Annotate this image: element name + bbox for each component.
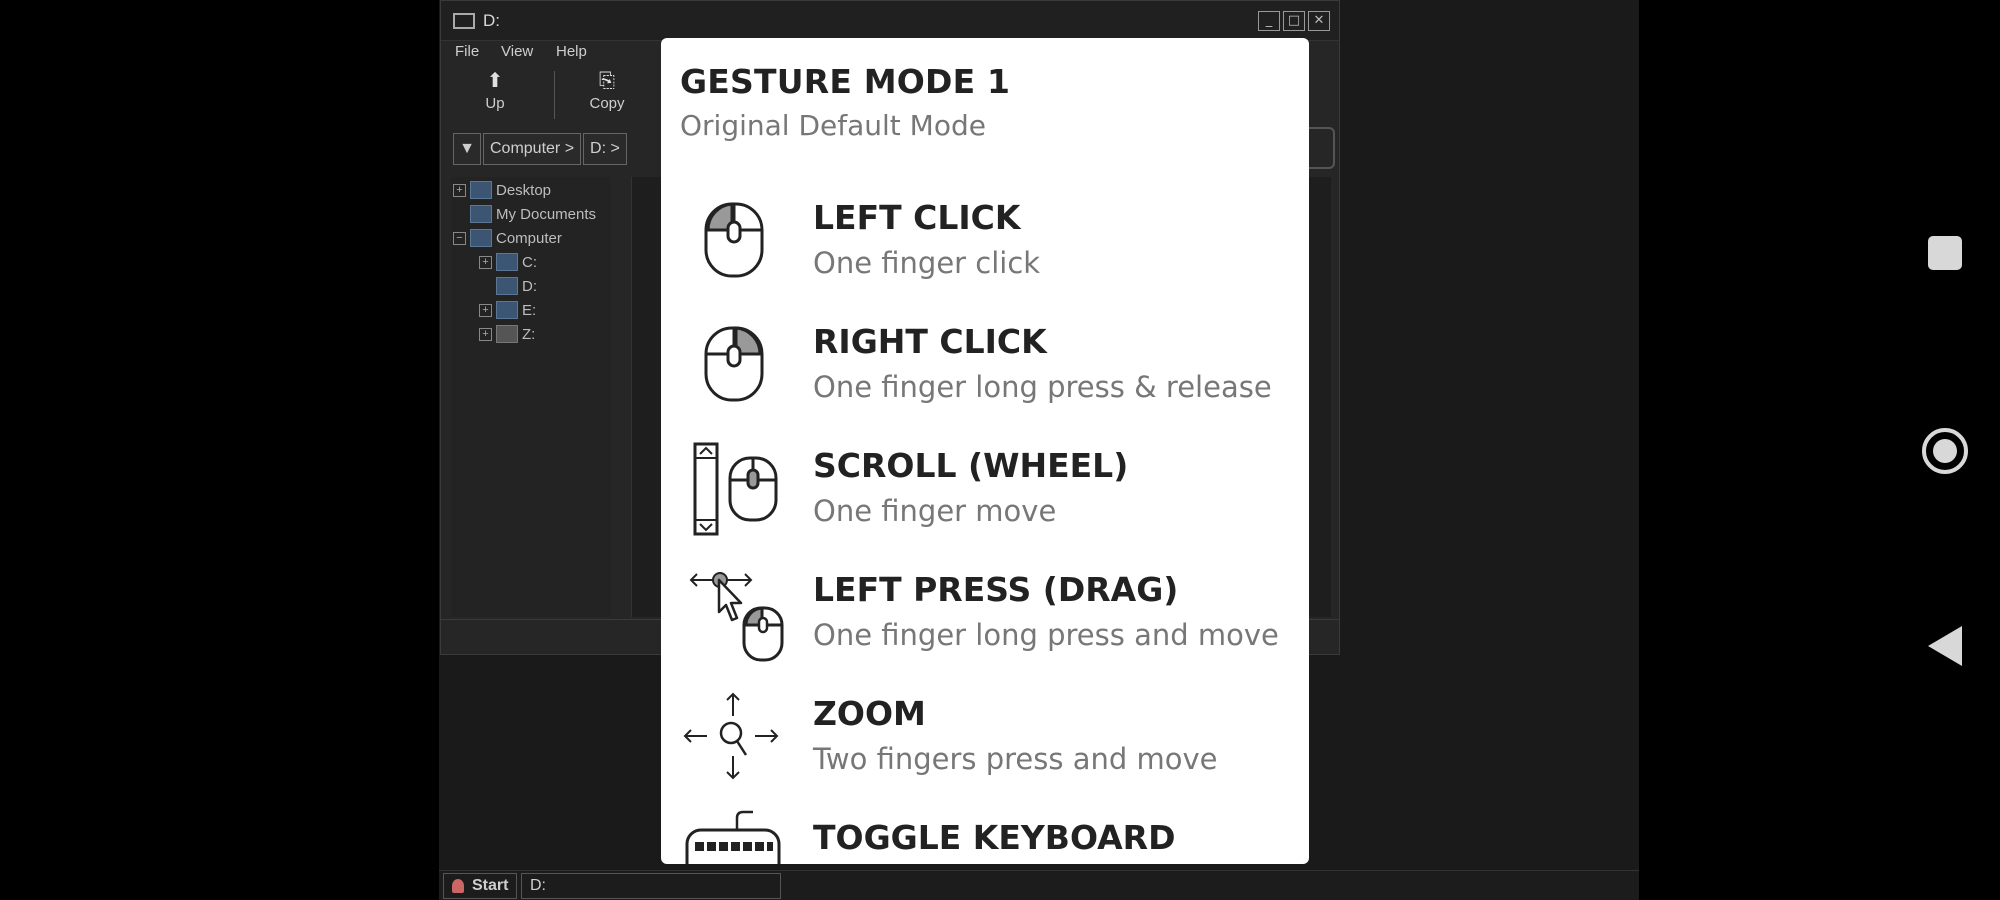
scroll-wheel-icon [693, 442, 778, 536]
dialog-subtitle: Original Default Mode [680, 109, 986, 142]
window-title: D: [483, 11, 500, 30]
tree-item-label: Computer [496, 229, 562, 247]
tree-item-label: C: [522, 253, 537, 271]
back-icon[interactable] [1928, 626, 1962, 666]
recent-apps-icon[interactable] [1928, 236, 1962, 270]
expand-icon[interactable]: + [479, 327, 492, 341]
folder-icon [496, 253, 518, 271]
mouse-right-click-icon [704, 326, 764, 402]
desktop-icon [470, 181, 492, 199]
gesture-title: ZOOM [813, 694, 926, 733]
menu-help[interactable]: Help [556, 43, 587, 60]
toolbar-separator [554, 71, 555, 119]
tree-item-d[interactable]: D: [496, 275, 537, 297]
zoom-icon [683, 692, 779, 780]
folder-tree: + Desktop My Documents − Computer + C: D… [451, 177, 611, 617]
window-app-icon [453, 13, 475, 29]
computer-icon [470, 229, 492, 247]
expand-icon[interactable]: + [479, 255, 492, 269]
gesture-title: TOGGLE KEYBOARD [813, 818, 1176, 857]
home-icon[interactable] [1922, 428, 1968, 474]
start-label: Start [472, 877, 509, 894]
up-button-label: Up [485, 95, 505, 112]
gesture-title: SCROLL (WHEEL) [813, 446, 1129, 485]
minimize-button[interactable]: _ [1258, 11, 1280, 31]
start-button[interactable]: Start [443, 873, 517, 899]
gesture-mode-dialog: GESTURE MODE 1 Original Default Mode LEF… [661, 38, 1309, 864]
breadcrumb-d[interactable]: D: > [583, 133, 627, 165]
gesture-title: LEFT PRESS (DRAG) [813, 570, 1179, 609]
gesture-item: TOGGLE KEYBOARD [661, 808, 1309, 864]
copy-icon: ⎘ [599, 70, 615, 92]
drive-icon [496, 325, 518, 343]
gesture-desc: One finger click [813, 246, 1041, 280]
arrow-up-icon: ⬆ [486, 70, 504, 92]
tree-item-label: My Documents [496, 205, 597, 223]
tree-item-computer[interactable]: − Computer [453, 227, 562, 249]
gesture-title: LEFT CLICK [813, 198, 1021, 237]
tree-item-label: Z: [522, 325, 536, 343]
chevron-down-icon[interactable]: ▼ [453, 133, 481, 165]
folder-icon [496, 301, 518, 319]
gesture-item: RIGHT CLICK One finger long press & rele… [661, 312, 1309, 436]
start-icon [452, 879, 464, 893]
tree-item-my-documents[interactable]: My Documents [470, 203, 596, 225]
gesture-item: ZOOM Two fingers press and move [661, 684, 1309, 808]
close-button[interactable]: ✕ [1308, 11, 1330, 31]
dialog-title: GESTURE MODE 1 [680, 62, 1011, 101]
gesture-item: LEFT PRESS (DRAG) One finger long press … [661, 560, 1309, 684]
window-titlebar: D: _ □ ✕ [441, 1, 1339, 41]
tree-item-label: E: [522, 301, 537, 319]
tree-item-z[interactable]: + Z: [479, 323, 535, 345]
taskbar-window-button[interactable]: D: [521, 873, 781, 899]
gesture-item: SCROLL (WHEEL) One finger move [661, 436, 1309, 560]
gesture-desc: Two fingers press and move [813, 742, 1218, 776]
keyboard-icon [685, 810, 781, 864]
tree-item-e[interactable]: + E: [479, 299, 536, 321]
breadcrumb: ▼ Computer > D: > [453, 133, 627, 165]
tree-item-label: D: [522, 277, 537, 295]
maximize-button[interactable]: □ [1283, 11, 1305, 31]
tree-item-c[interactable]: + C: [479, 251, 537, 273]
mouse-left-click-icon [704, 202, 764, 278]
collapse-icon[interactable]: − [453, 231, 466, 245]
documents-icon [470, 205, 492, 223]
copy-button-label: Copy [589, 95, 625, 112]
taskbar: Start D: [439, 870, 1639, 900]
menu-file[interactable]: File [455, 43, 479, 60]
tree-item-label: Desktop [496, 181, 552, 199]
drag-icon [689, 572, 784, 662]
expand-icon[interactable]: + [453, 183, 466, 197]
tree-item-desktop[interactable]: + Desktop [453, 179, 551, 201]
gesture-item: LEFT CLICK One finger click [661, 188, 1309, 312]
gesture-title: RIGHT CLICK [813, 322, 1047, 361]
copy-button[interactable]: ⎘ Copy [567, 67, 647, 123]
gesture-desc: One finger long press & release [813, 370, 1272, 404]
folder-icon [496, 277, 518, 295]
breadcrumb-computer[interactable]: Computer > [483, 133, 582, 165]
expand-icon[interactable]: + [479, 303, 492, 317]
up-button[interactable]: ⬆ Up [455, 67, 535, 123]
gesture-desc: One finger move [813, 494, 1057, 528]
menu-view[interactable]: View [501, 43, 533, 60]
gesture-desc: One finger long press and move [813, 618, 1279, 652]
